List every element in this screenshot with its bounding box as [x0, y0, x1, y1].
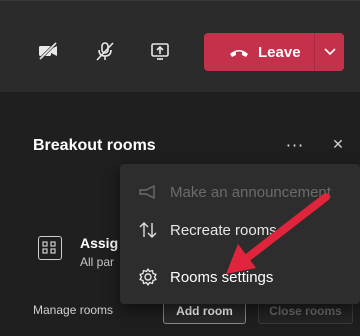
- close-icon: ✕: [332, 137, 344, 153]
- chevron-down-icon: [323, 48, 336, 56]
- leave-options-button[interactable]: [315, 33, 344, 71]
- leave-button[interactable]: Leave: [204, 33, 314, 71]
- camera-off-icon: [38, 41, 58, 61]
- meeting-toolbar: Leave: [0, 0, 360, 92]
- camera-toggle-button[interactable]: [31, 34, 65, 68]
- menu-item-make-announcement: Make an announcement: [120, 172, 360, 212]
- menu-item-label: Rooms settings: [170, 268, 274, 286]
- recreate-arrows-icon: [139, 222, 157, 238]
- menu-item-label: Make an announcement: [170, 183, 331, 201]
- mic-off-icon: [96, 42, 114, 61]
- mic-toggle-button[interactable]: [88, 34, 122, 68]
- panel-title: Breakout rooms: [33, 137, 156, 154]
- megaphone-icon: [139, 184, 155, 200]
- share-screen-icon: [151, 43, 169, 60]
- manage-rooms-label: Manage rooms: [33, 303, 114, 317]
- assign-participants-icon: [38, 236, 62, 260]
- more-options-menu: Make an announcement Recreate rooms Room…: [120, 164, 360, 304]
- leave-button-group: Leave: [204, 33, 344, 71]
- assign-participants-subtitle: All par: [80, 255, 115, 269]
- close-panel-button[interactable]: ✕: [328, 135, 348, 155]
- phone-hangup-icon: [230, 50, 248, 57]
- more-options-button[interactable]: ···: [282, 135, 308, 155]
- toolbar-top-border: [0, 0, 360, 1]
- menu-item-rooms-settings[interactable]: Rooms settings: [120, 257, 360, 297]
- assign-participants-title[interactable]: Assig: [80, 235, 118, 251]
- menu-item-label: Recreate rooms: [170, 221, 277, 239]
- more-options-icon: ···: [285, 135, 305, 155]
- gear-icon: [139, 268, 157, 286]
- menu-item-recreate-rooms[interactable]: Recreate rooms: [120, 210, 360, 250]
- share-screen-button[interactable]: [143, 34, 177, 68]
- leave-button-label: Leave: [258, 43, 301, 61]
